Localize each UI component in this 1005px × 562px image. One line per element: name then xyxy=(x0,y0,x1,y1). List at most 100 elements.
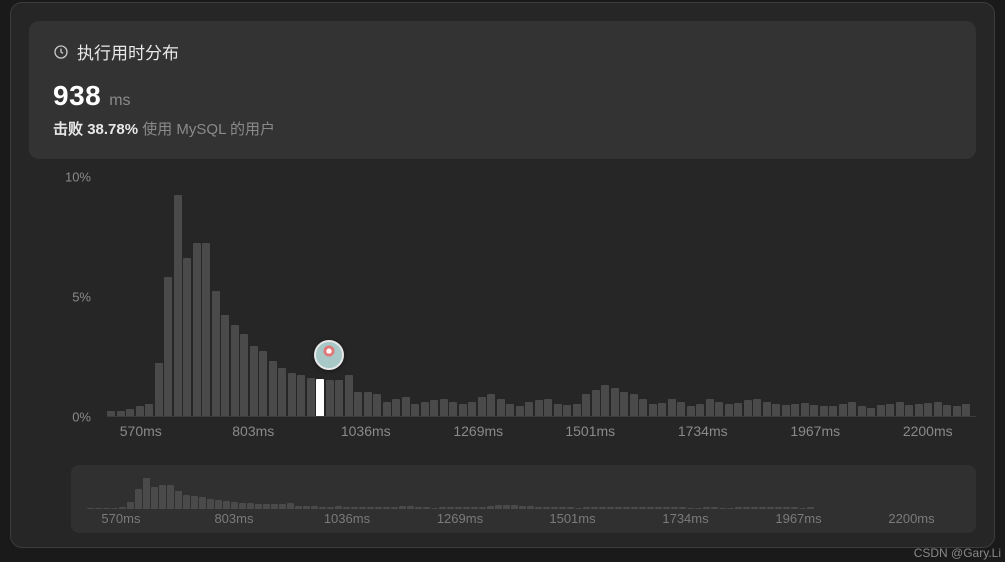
histogram-bar[interactable] xyxy=(782,405,790,416)
minimap-bar[interactable] xyxy=(391,507,398,509)
histogram-bar[interactable] xyxy=(288,373,296,416)
histogram-bar[interactable] xyxy=(335,380,343,416)
histogram-bar[interactable] xyxy=(345,375,353,416)
histogram-bar[interactable] xyxy=(506,404,514,416)
histogram-bar[interactable] xyxy=(544,399,552,416)
histogram-bar[interactable] xyxy=(259,351,267,416)
histogram-bar[interactable] xyxy=(202,243,210,416)
minimap-bar[interactable] xyxy=(199,497,206,509)
minimap-bar[interactable] xyxy=(447,507,454,509)
histogram-bar[interactable] xyxy=(839,404,847,416)
minimap-bar[interactable] xyxy=(343,507,350,509)
histogram-bar[interactable] xyxy=(753,399,761,416)
histogram-bar[interactable] xyxy=(687,406,695,416)
histogram-bar[interactable] xyxy=(867,408,875,416)
minimap-bar[interactable] xyxy=(687,508,694,509)
histogram-bar[interactable] xyxy=(915,404,923,416)
histogram-bar[interactable] xyxy=(212,291,220,416)
histogram-bar[interactable] xyxy=(411,404,419,416)
minimap-bar[interactable] xyxy=(767,507,774,509)
minimap-bar[interactable] xyxy=(319,507,326,509)
minimap-bar[interactable] xyxy=(119,507,126,509)
minimap-bar[interactable] xyxy=(543,507,550,509)
histogram-bar[interactable] xyxy=(459,404,467,416)
histogram-bar[interactable] xyxy=(307,378,315,416)
histogram-bar[interactable] xyxy=(174,195,182,416)
histogram-bar[interactable] xyxy=(126,409,134,416)
minimap-bar[interactable] xyxy=(511,505,518,509)
histogram-bar[interactable] xyxy=(155,363,163,416)
minimap-bar[interactable] xyxy=(703,507,710,509)
histogram-bar[interactable] xyxy=(905,405,913,416)
minimap-bar[interactable] xyxy=(527,506,534,509)
histogram-bar[interactable] xyxy=(117,411,125,416)
minimap-bar[interactable] xyxy=(519,506,526,509)
minimap-bar[interactable] xyxy=(183,495,190,509)
minimap-bar[interactable] xyxy=(399,506,406,509)
minimap-bar[interactable] xyxy=(455,507,462,509)
minimap-bar[interactable] xyxy=(463,507,470,509)
histogram-bar[interactable] xyxy=(725,404,733,416)
histogram-bar[interactable] xyxy=(297,375,305,416)
minimap-bar[interactable] xyxy=(639,507,646,509)
minimap-bar[interactable] xyxy=(111,508,118,509)
minimap-bar[interactable] xyxy=(759,507,766,509)
minimap-bar[interactable] xyxy=(143,478,150,509)
minimap-bar[interactable] xyxy=(743,507,750,509)
minimap-bar[interactable] xyxy=(95,508,102,509)
minimap-bar[interactable] xyxy=(799,508,806,509)
minimap-bar[interactable] xyxy=(575,508,582,509)
minimap-bar[interactable] xyxy=(87,508,94,509)
minimap-bars[interactable] xyxy=(87,475,960,509)
histogram-bar[interactable] xyxy=(744,400,752,416)
minimap-bar[interactable] xyxy=(535,507,542,509)
minimap-bar[interactable] xyxy=(775,507,782,509)
histogram-bar[interactable] xyxy=(487,394,495,416)
minimap-bar[interactable] xyxy=(415,507,422,509)
minimap-bar[interactable] xyxy=(783,507,790,509)
histogram-bar[interactable] xyxy=(316,379,324,416)
histogram-bar[interactable] xyxy=(791,404,799,416)
minimap-bar[interactable] xyxy=(567,507,574,509)
minimap-bar[interactable] xyxy=(495,505,502,509)
minimap-bar[interactable] xyxy=(607,507,614,509)
minimap-bar[interactable] xyxy=(623,507,630,509)
minimap-bar[interactable] xyxy=(479,507,486,509)
histogram-bar[interactable] xyxy=(649,404,657,416)
histogram-bar[interactable] xyxy=(354,392,362,416)
histogram-bar[interactable] xyxy=(145,404,153,416)
minimap-bar[interactable] xyxy=(287,503,294,509)
minimap-bar[interactable] xyxy=(807,507,814,509)
minimap-bar[interactable] xyxy=(239,503,246,509)
histogram-bar[interactable] xyxy=(772,404,780,416)
minimap-bar[interactable] xyxy=(663,507,670,509)
minimap-bar[interactable] xyxy=(655,507,662,509)
minimap-bar[interactable] xyxy=(127,502,134,509)
minimap-bar[interactable] xyxy=(351,507,358,509)
minimap-bar[interactable] xyxy=(791,507,798,509)
minimap-bar[interactable] xyxy=(223,501,230,509)
histogram-bar[interactable] xyxy=(877,405,885,416)
minimap-bar[interactable] xyxy=(327,507,334,509)
minimap-bar[interactable] xyxy=(375,507,382,509)
histogram-bar[interactable] xyxy=(668,399,676,416)
minimap-bar[interactable] xyxy=(711,507,718,509)
histogram-bar[interactable] xyxy=(658,403,666,416)
histogram-bar[interactable] xyxy=(601,385,609,416)
histogram-bar[interactable] xyxy=(421,402,429,416)
minimap-bar[interactable] xyxy=(679,507,686,509)
histogram-bar[interactable] xyxy=(934,402,942,416)
minimap-bar[interactable] xyxy=(263,504,270,509)
histogram-bar[interactable] xyxy=(497,399,505,416)
minimap-bar[interactable] xyxy=(159,485,166,509)
minimap-bar[interactable] xyxy=(271,504,278,509)
minimap-bar[interactable] xyxy=(439,507,446,509)
minimap-bar[interactable] xyxy=(383,507,390,509)
histogram-bar[interactable] xyxy=(449,402,457,416)
histogram-bars[interactable] xyxy=(107,177,976,417)
histogram-bar[interactable] xyxy=(364,392,372,416)
histogram-bar[interactable] xyxy=(402,397,410,416)
histogram-bar[interactable] xyxy=(886,404,894,416)
histogram-bar[interactable] xyxy=(440,399,448,416)
minimap-bar[interactable] xyxy=(279,504,286,509)
